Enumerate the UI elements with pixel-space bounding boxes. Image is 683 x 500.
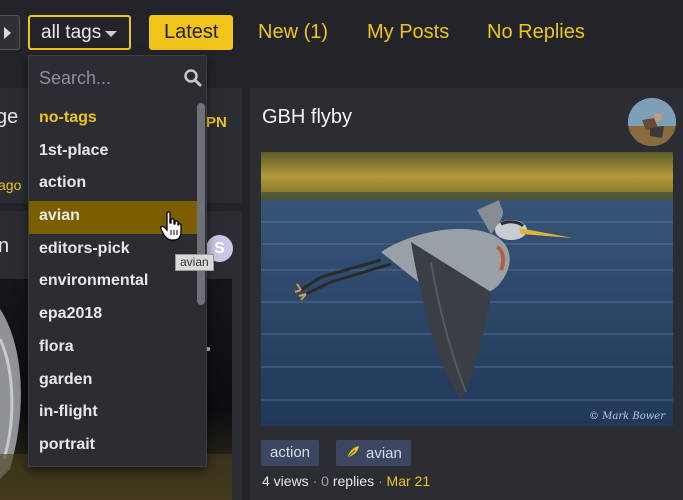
tag-option-in-flight[interactable]: in-flight [29, 397, 199, 430]
topic-age: ago [0, 177, 22, 193]
tag-search [29, 56, 206, 100]
tags-dropdown-label: all tags [41, 22, 102, 43]
separator: · [377, 473, 383, 489]
tag-list: no-tags 1st-place action avian editors-p… [29, 103, 199, 463]
tags-dropdown-button[interactable]: all tags [28, 15, 131, 50]
tag-search-input[interactable] [29, 56, 206, 100]
activity-date[interactable]: Mar 21 [387, 473, 431, 489]
topic-stats: 4 views · 0 replies · Mar 21 [262, 473, 430, 489]
chevron-down-icon [105, 31, 117, 37]
tag-option-epa2018[interactable]: epa2018 [29, 299, 199, 332]
category-dropdown-toggle[interactable] [0, 15, 20, 50]
photo-watermark: © Mark Bower [588, 411, 665, 422]
tag-option-1st-place[interactable]: 1st-place [29, 136, 199, 169]
top-navigation: all tags Latest New (1) My Posts No Repl… [0, 0, 683, 62]
tag-option-environmental[interactable]: environmental [29, 266, 199, 299]
tag-chip-avian[interactable]: avian [336, 440, 411, 466]
nav-new[interactable]: New (1) [258, 15, 328, 50]
topic-title-fragment-2: n [0, 235, 10, 257]
hand-cursor-icon [160, 211, 182, 241]
topic-title-fragment: ge [0, 106, 19, 128]
topic-thumbnail[interactable]: © Mark Bower [261, 152, 673, 426]
tag-chip-label: avian [366, 445, 402, 462]
reply-label: replies [332, 473, 375, 489]
topic-title[interactable]: GBH flyby [262, 106, 352, 129]
tag-option-no-tags[interactable]: no-tags [29, 103, 199, 136]
view-count: 4 views [262, 473, 309, 489]
avatar[interactable] [628, 98, 676, 146]
dropdown-scrollbar[interactable] [197, 103, 205, 305]
nav-my-posts[interactable]: My Posts [367, 15, 449, 50]
tag-option-garden[interactable]: garden [29, 365, 199, 398]
nav-no-replies[interactable]: No Replies [487, 15, 585, 50]
nav-latest[interactable]: Latest [149, 15, 234, 50]
poster-badge: PN [206, 114, 227, 131]
reply-count: 0 [321, 473, 329, 489]
tag-option-flora[interactable]: flora [29, 332, 199, 365]
tag-option-portrait[interactable]: portrait [29, 430, 199, 463]
separator: · [312, 473, 318, 489]
feather-icon [345, 444, 361, 464]
topic-card[interactable]: GBH flyby © Mark Bower action avian 4 vi… [250, 88, 683, 500]
tag-chip-action[interactable]: action [261, 440, 320, 466]
search-icon[interactable] [183, 68, 203, 88]
avatar-image [628, 98, 676, 146]
tag-option-action[interactable]: action [29, 168, 199, 201]
heron-photo [261, 152, 673, 426]
chevron-right-icon [4, 27, 11, 39]
tooltip: avian [175, 254, 214, 271]
